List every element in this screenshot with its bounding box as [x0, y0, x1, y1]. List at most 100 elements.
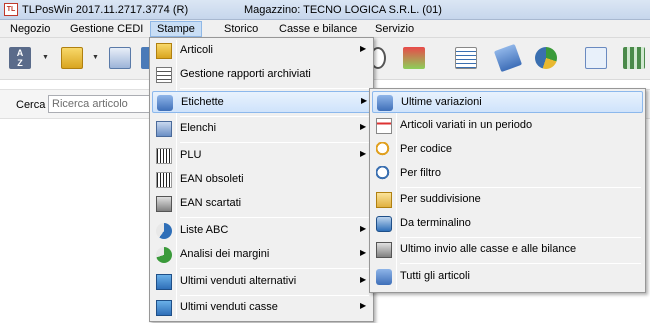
menu-item-label: Elenchi [180, 122, 217, 134]
shopping-cart-button[interactable] [398, 42, 428, 74]
submenu-arrow-icon: ▶ [360, 44, 367, 53]
menu-item-ean-scartati[interactable]: EAN scartati [152, 193, 371, 215]
submenu-item-ultimo-invio[interactable]: Ultimo invio alle casse e alle bilance [372, 239, 643, 261]
menu-separator [180, 116, 369, 117]
pie-chart-icon [535, 47, 557, 69]
printer-icon [156, 196, 172, 212]
network-icon [585, 47, 607, 69]
window-title: TLPosWin 2017.11.2717.3774 (R) [22, 4, 189, 16]
calendar-icon [376, 118, 392, 134]
submenu-item-articoli-variati[interactable]: Articoli variati in un periodo [372, 115, 643, 137]
folder-icon [156, 43, 172, 59]
settings-grid-button[interactable] [618, 42, 648, 74]
list-report-button[interactable] [450, 42, 480, 74]
label-tag-icon [157, 95, 173, 111]
menu-item-label: Gestione rapporti archiviati [180, 68, 311, 80]
menu-item-plu[interactable]: PLU ▶ [152, 145, 371, 167]
menu-gestione-cedi[interactable]: Gestione CEDI [64, 22, 149, 36]
search-input[interactable] [48, 95, 158, 113]
submenu-item-da-terminalino[interactable]: Da terminalino [372, 213, 643, 235]
menu-item-label: Tutti gli articoli [400, 270, 470, 282]
submenu-item-ultime-variazioni[interactable]: Ultime variazioni [372, 91, 643, 113]
search-label: Cerca [16, 99, 46, 111]
submenu-arrow-icon: ▶ [360, 301, 367, 310]
menu-item-label: Ultimi venduti alternativi [180, 275, 297, 287]
menu-bar: Negozio Gestione CEDI Stampe Storico Cas… [0, 20, 650, 38]
submenu-arrow-icon: ▶ [360, 275, 367, 284]
submenu-arrow-icon: ▶ [360, 248, 367, 257]
menu-separator [180, 268, 369, 269]
menu-item-label: Ultime variazioni [401, 96, 482, 108]
submenu-item-per-filtro[interactable]: Per filtro [372, 163, 643, 185]
menu-item-elenchi[interactable]: Elenchi ▶ [152, 118, 371, 140]
menu-item-gestione-rapporti[interactable]: Gestione rapporti archiviati [152, 64, 371, 86]
menu-item-label: Per codice [400, 143, 452, 155]
truck-icon [109, 47, 131, 69]
list-report-icon [455, 47, 477, 69]
menu-item-ultimi-venduti-casse[interactable]: Ultimi venduti casse ▶ [152, 297, 371, 319]
grid-icon [623, 47, 645, 69]
menu-storico[interactable]: Storico [218, 22, 264, 36]
submenu-arrow-icon: ▶ [360, 149, 367, 158]
menu-item-analisi-margini[interactable]: Analisi dei margini ▶ [152, 244, 371, 266]
folder-icon [61, 47, 83, 69]
submenu-item-per-suddivisione[interactable]: Per suddivisione [372, 189, 643, 211]
label-button[interactable] [492, 42, 523, 74]
magnifier-icon [376, 142, 392, 158]
menu-item-label: Ultimo invio alle casse e alle bilance [400, 243, 577, 255]
menu-negozio[interactable]: Negozio [4, 22, 56, 36]
menu-item-label: Da terminalino [400, 217, 471, 229]
barcode-icon [156, 148, 172, 164]
menu-item-label: PLU [180, 149, 202, 161]
menu-separator [180, 142, 369, 143]
menu-item-label: Per suddivisione [400, 193, 481, 205]
menu-item-label: Ultimi venduti casse [180, 301, 278, 313]
menu-item-label: EAN obsoleti [180, 173, 244, 185]
menu-item-liste-abc[interactable]: Liste ABC ▶ [152, 220, 371, 242]
menu-stampe[interactable]: Stampe [150, 21, 202, 37]
etichette-submenu: Ultime variazioni Articoli variati in un… [369, 88, 646, 293]
menu-casse-e-bilance[interactable]: Casse e bilance [273, 22, 363, 36]
magnifier-icon [376, 166, 392, 182]
folder-open-icon [376, 192, 392, 208]
menu-item-ultimi-venduti-alternativi[interactable]: Ultimi venduti alternativi ▶ [152, 271, 371, 293]
menu-separator [180, 295, 369, 296]
network-button[interactable] [580, 42, 610, 74]
title-bar: TL TLPosWin 2017.11.2717.3774 (R) Magazz… [0, 0, 650, 20]
app-icon: TL [4, 3, 18, 16]
truck-button[interactable] [104, 42, 134, 74]
menu-item-ean-obsoleti[interactable]: EAN obsoleti [152, 169, 371, 191]
menu-item-etichette[interactable]: Etichette ▶ [152, 91, 371, 113]
sort-az-button[interactable]: AZ [4, 42, 34, 74]
abc-chart-icon [156, 223, 172, 239]
stampe-menu: Articoli ▶ Gestione rapporti archiviati … [149, 37, 374, 322]
barcode-icon [156, 172, 172, 188]
menu-item-articoli[interactable]: Articoli ▶ [152, 40, 371, 62]
menu-item-label: Articoli variati in un periodo [400, 119, 533, 131]
menu-separator [180, 217, 369, 218]
label-tag-icon [377, 95, 393, 111]
menu-item-label: Articoli [180, 44, 214, 56]
dropdown-arrow-icon[interactable]: ▼ [92, 54, 99, 61]
menu-separator [400, 187, 641, 188]
window-subtitle: Magazzino: TECNO LOGICA S.R.L. (01) [244, 4, 442, 16]
menu-separator [400, 237, 641, 238]
folder-button[interactable] [56, 42, 86, 74]
cash-register-icon [156, 300, 172, 316]
menu-item-label: Liste ABC [180, 224, 229, 236]
submenu-item-tutti-articoli[interactable]: Tutti gli articoli [372, 266, 643, 288]
chart-button[interactable] [530, 42, 560, 74]
list-icon [156, 121, 172, 137]
submenu-arrow-icon: ▶ [360, 122, 367, 131]
submenu-item-per-codice[interactable]: Per codice [372, 139, 643, 161]
menu-item-label: Etichette [181, 96, 224, 108]
menu-item-label: EAN scartati [180, 197, 242, 209]
margin-chart-icon [156, 247, 172, 263]
submenu-arrow-icon: ▶ [360, 224, 367, 233]
dropdown-arrow-icon[interactable]: ▼ [42, 54, 49, 61]
sort-az-icon: AZ [9, 47, 31, 69]
shopping-cart-icon [403, 47, 425, 69]
menu-servizio[interactable]: Servizio [369, 22, 420, 36]
submenu-arrow-icon: ▶ [361, 96, 368, 105]
menu-item-label: Analisi dei margini [180, 248, 270, 260]
